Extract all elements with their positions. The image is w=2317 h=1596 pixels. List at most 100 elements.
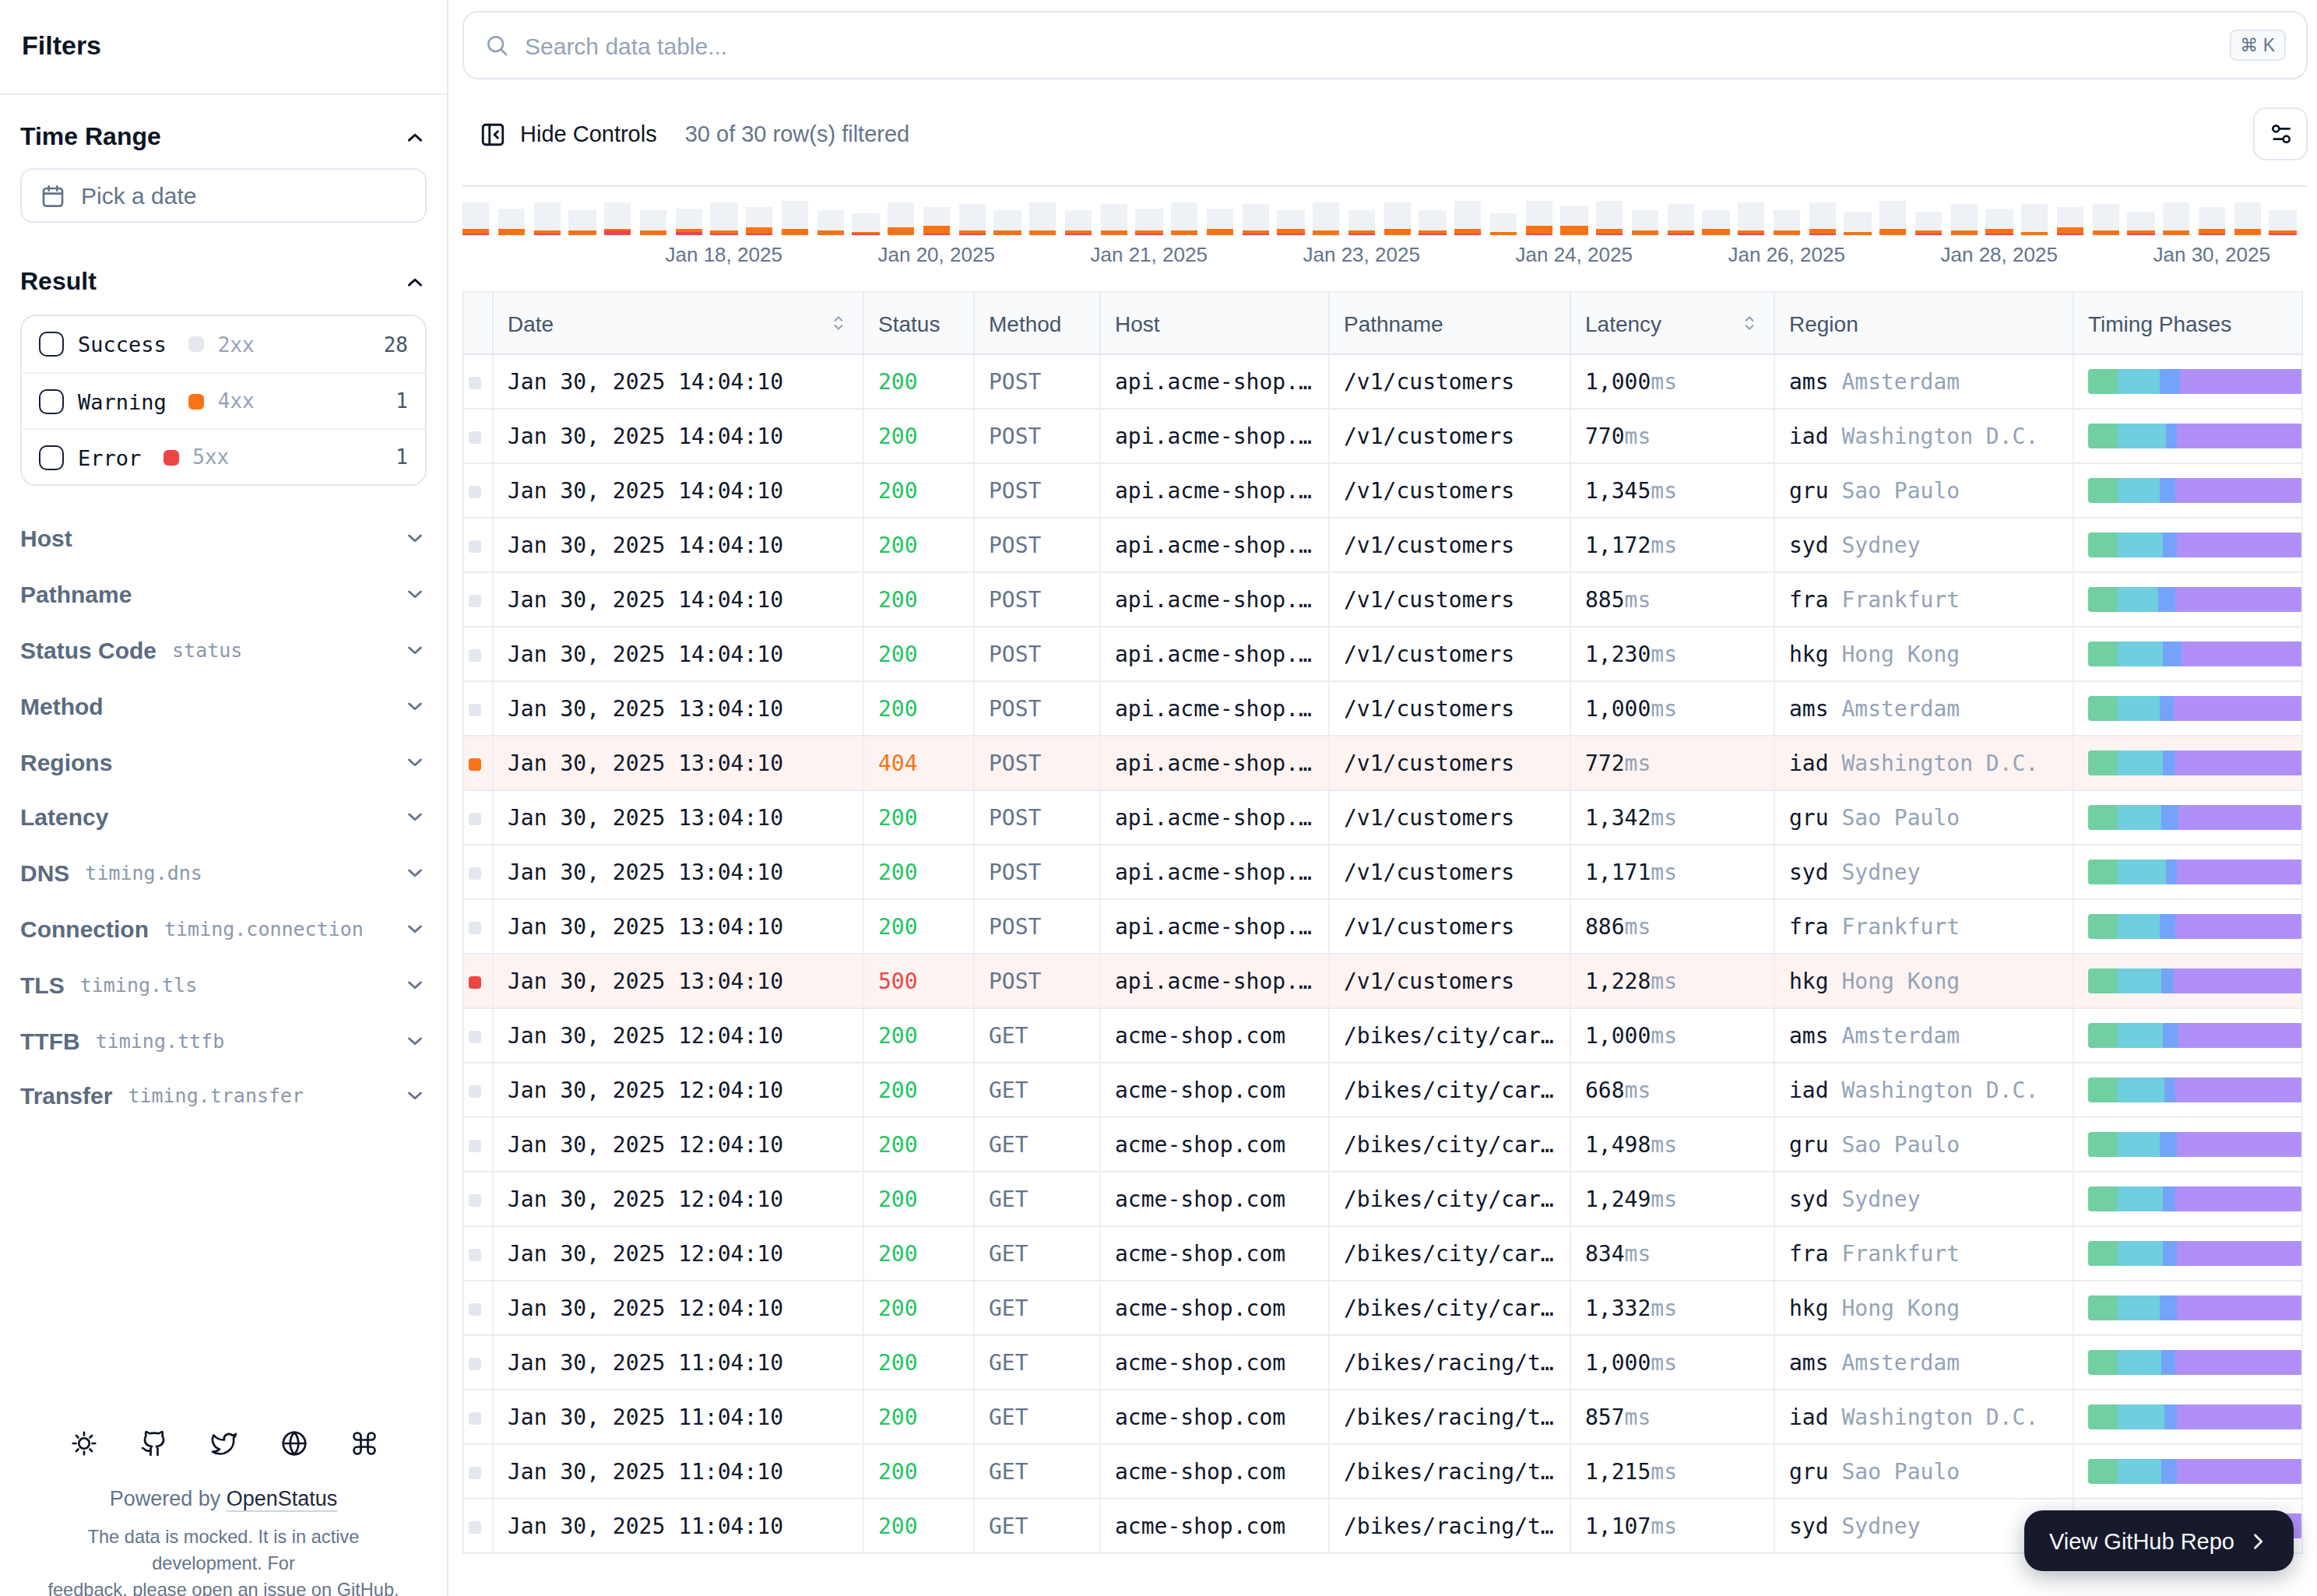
- row-level-indicator[interactable]: [463, 572, 493, 627]
- histogram-bar[interactable]: [533, 202, 561, 235]
- checkbox[interactable]: [39, 332, 64, 357]
- column-header-latency[interactable]: Latency: [1570, 292, 1774, 354]
- histogram-bar[interactable]: [2199, 207, 2226, 235]
- table-row[interactable]: Jan 30, 2025 12:04:10200GETacme-shop.com…: [463, 1172, 2302, 1226]
- histogram-bar[interactable]: [1454, 201, 1482, 235]
- row-level-indicator[interactable]: [463, 790, 493, 845]
- row-level-indicator[interactable]: [463, 627, 493, 681]
- row-level-indicator[interactable]: [463, 845, 493, 899]
- row-level-indicator[interactable]: [463, 1117, 493, 1172]
- histogram-bar[interactable]: [1525, 201, 1552, 235]
- histogram-bar[interactable]: [1490, 213, 1517, 235]
- github-icon[interactable]: [139, 1429, 167, 1457]
- histogram-bar[interactable]: [675, 209, 702, 235]
- table-row[interactable]: Jan 30, 2025 14:04:10200POSTapi.acme-sho…: [463, 354, 2302, 409]
- histogram-bar[interactable]: [1278, 210, 1305, 235]
- histogram-bar[interactable]: [711, 202, 738, 235]
- histogram-bar[interactable]: [1596, 201, 1623, 235]
- table-row[interactable]: Jan 30, 2025 14:04:10200POSTapi.acme-sho…: [463, 627, 2302, 681]
- histogram-bar[interactable]: [498, 209, 526, 235]
- histogram-bar[interactable]: [640, 210, 667, 235]
- histogram-bar[interactable]: [853, 213, 880, 235]
- table-row[interactable]: Jan 30, 2025 12:04:10200GETacme-shop.com…: [463, 1063, 2302, 1117]
- table-row[interactable]: Jan 30, 2025 13:04:10200POSTapi.acme-sho…: [463, 845, 2302, 899]
- histogram-bar[interactable]: [1065, 210, 1092, 235]
- filter-section-ttfb[interactable]: TTFBtiming.ttfb: [20, 1012, 427, 1068]
- histogram-bar[interactable]: [1879, 201, 1907, 235]
- row-level-indicator[interactable]: [463, 1499, 493, 1553]
- histogram-bar[interactable]: [1348, 210, 1376, 235]
- histogram-bar[interactable]: [2021, 204, 2048, 235]
- histogram-bar[interactable]: [817, 210, 844, 235]
- histogram-bar[interactable]: [569, 210, 596, 235]
- table-row[interactable]: Jan 30, 2025 11:04:10200GETacme-shop.com…: [463, 1390, 2302, 1444]
- histogram-bar[interactable]: [994, 210, 1021, 235]
- row-level-indicator[interactable]: [463, 1281, 493, 1335]
- command-icon[interactable]: [350, 1429, 378, 1457]
- histogram-bar[interactable]: [746, 207, 773, 235]
- histogram-bar[interactable]: [923, 207, 951, 235]
- histogram-bar[interactable]: [1384, 202, 1411, 235]
- table-row[interactable]: Jan 30, 2025 11:04:10200GETacme-shop.com…: [463, 1444, 2302, 1499]
- table-row[interactable]: Jan 30, 2025 11:04:10200GETacme-shop.com…: [463, 1335, 2302, 1390]
- section-time-range[interactable]: Time Range: [20, 121, 427, 153]
- table-row[interactable]: Jan 30, 2025 12:04:10200GETacme-shop.com…: [463, 1008, 2302, 1063]
- histogram-bar[interactable]: [1632, 210, 1659, 235]
- row-level-indicator[interactable]: [463, 1335, 493, 1390]
- view-options-button[interactable]: [2253, 107, 2308, 160]
- table-row[interactable]: Jan 30, 2025 12:04:10200GETacme-shop.com…: [463, 1226, 2302, 1281]
- filter-section-latency[interactable]: Latency: [20, 789, 427, 845]
- histogram-bar[interactable]: [1667, 204, 1694, 235]
- histogram-bar[interactable]: [1561, 206, 1588, 235]
- table-row[interactable]: Jan 30, 2025 13:04:10200POSTapi.acme-sho…: [463, 681, 2302, 736]
- histogram-bar[interactable]: [1738, 202, 1765, 235]
- row-level-indicator[interactable]: [463, 681, 493, 736]
- table-row[interactable]: Jan 30, 2025 13:04:10200POSTapi.acme-sho…: [463, 899, 2302, 954]
- histogram-bar[interactable]: [1171, 202, 1198, 235]
- histogram-bar[interactable]: [1136, 209, 1163, 235]
- column-header-date[interactable]: Date: [493, 292, 863, 354]
- filter-section-dns[interactable]: DNStiming.dns: [20, 845, 427, 902]
- histogram-bar[interactable]: [1207, 209, 1234, 235]
- result-option-success[interactable]: Success2xx28: [22, 316, 425, 372]
- histogram-bar[interactable]: [1419, 210, 1447, 235]
- row-level-indicator[interactable]: [463, 409, 493, 463]
- histogram-bar[interactable]: [2270, 210, 2297, 235]
- row-level-indicator[interactable]: [463, 736, 493, 790]
- filter-section-status-code[interactable]: Status Codestatus: [20, 622, 427, 678]
- view-github-repo-button[interactable]: View GitHub Repo: [2024, 1510, 2294, 1571]
- histogram-bar[interactable]: [1844, 212, 1872, 235]
- row-level-indicator[interactable]: [463, 1063, 493, 1117]
- histogram-bar[interactable]: [1774, 210, 1801, 235]
- table-row[interactable]: Jan 30, 2025 14:04:10200POSTapi.acme-sho…: [463, 463, 2302, 518]
- twitter-icon[interactable]: [209, 1429, 237, 1457]
- histogram-bar[interactable]: [958, 204, 986, 235]
- row-level-indicator[interactable]: [463, 1172, 493, 1226]
- table-row[interactable]: Jan 30, 2025 14:04:10200POSTapi.acme-sho…: [463, 518, 2302, 572]
- histogram-bar[interactable]: [462, 202, 490, 235]
- filter-section-connection[interactable]: Connectiontiming.connection: [20, 901, 427, 957]
- histogram-bar[interactable]: [2057, 207, 2084, 235]
- table-row[interactable]: Jan 30, 2025 12:04:10200GETacme-shop.com…: [463, 1117, 2302, 1172]
- table-row[interactable]: Jan 30, 2025 12:04:10200GETacme-shop.com…: [463, 1281, 2302, 1335]
- histogram-bar[interactable]: [2234, 202, 2261, 235]
- table-row[interactable]: Jan 30, 2025 14:04:10200POSTapi.acme-sho…: [463, 572, 2302, 627]
- sun-icon[interactable]: [69, 1429, 97, 1457]
- histogram-bar[interactable]: [2092, 204, 2119, 235]
- section-result[interactable]: Result: [20, 266, 427, 297]
- histogram-bar[interactable]: [1100, 204, 1127, 235]
- filter-section-regions[interactable]: Regions: [20, 733, 427, 789]
- filter-section-transfer[interactable]: Transfertiming.transfer: [20, 1068, 427, 1124]
- filter-section-host[interactable]: Host: [20, 511, 427, 567]
- row-level-indicator[interactable]: [463, 1008, 493, 1063]
- histogram-bar[interactable]: [1950, 204, 1978, 235]
- histogram-bar[interactable]: [1915, 212, 1943, 235]
- date-picker-input[interactable]: Pick a date: [20, 168, 427, 223]
- row-level-indicator[interactable]: [463, 1444, 493, 1499]
- checkbox[interactable]: [39, 388, 64, 413]
- histogram-bar[interactable]: [1242, 204, 1269, 235]
- table-row[interactable]: Jan 30, 2025 13:04:10500POSTapi.acme-sho…: [463, 954, 2302, 1008]
- histogram-bar[interactable]: [888, 202, 915, 235]
- row-level-indicator[interactable]: [463, 1390, 493, 1444]
- row-level-indicator[interactable]: [463, 518, 493, 572]
